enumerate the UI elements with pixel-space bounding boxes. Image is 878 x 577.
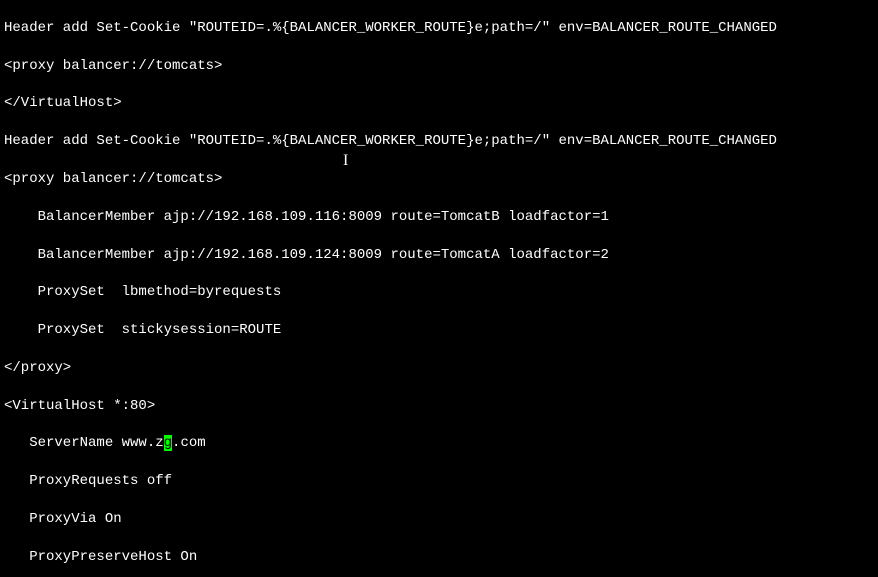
config-line: ProxyRequests off bbox=[4, 472, 874, 491]
terminal-output[interactable]: Header add Set-Cookie "ROUTEID=.%{BALANC… bbox=[0, 0, 878, 577]
config-line: ProxyPreserveHost On bbox=[4, 548, 874, 567]
config-line: BalancerMember ajp://192.168.109.124:800… bbox=[4, 246, 874, 265]
config-line: </proxy> bbox=[4, 359, 874, 378]
config-line: Header add Set-Cookie "ROUTEID=.%{BALANC… bbox=[4, 132, 874, 151]
config-line: <proxy balancer://tomcats> bbox=[4, 170, 874, 189]
config-line: <VirtualHost *:80> bbox=[4, 397, 874, 416]
config-line: ProxySet lbmethod=byrequests bbox=[4, 283, 874, 302]
line-text-post: .com bbox=[172, 435, 206, 451]
config-line: ProxyVia On bbox=[4, 510, 874, 529]
cursor-block: g bbox=[164, 435, 172, 451]
config-line: </VirtualHost> bbox=[4, 94, 874, 113]
config-line: BalancerMember ajp://192.168.109.116:800… bbox=[4, 208, 874, 227]
config-line: Header add Set-Cookie "ROUTEID=.%{BALANC… bbox=[4, 19, 874, 38]
line-text-pre: ServerName www.z bbox=[4, 435, 164, 451]
config-line: ProxySet stickysession=ROUTE bbox=[4, 321, 874, 340]
config-line-servername: ServerName www.zg.com bbox=[4, 434, 874, 453]
config-line: <proxy balancer://tomcats> bbox=[4, 57, 874, 76]
